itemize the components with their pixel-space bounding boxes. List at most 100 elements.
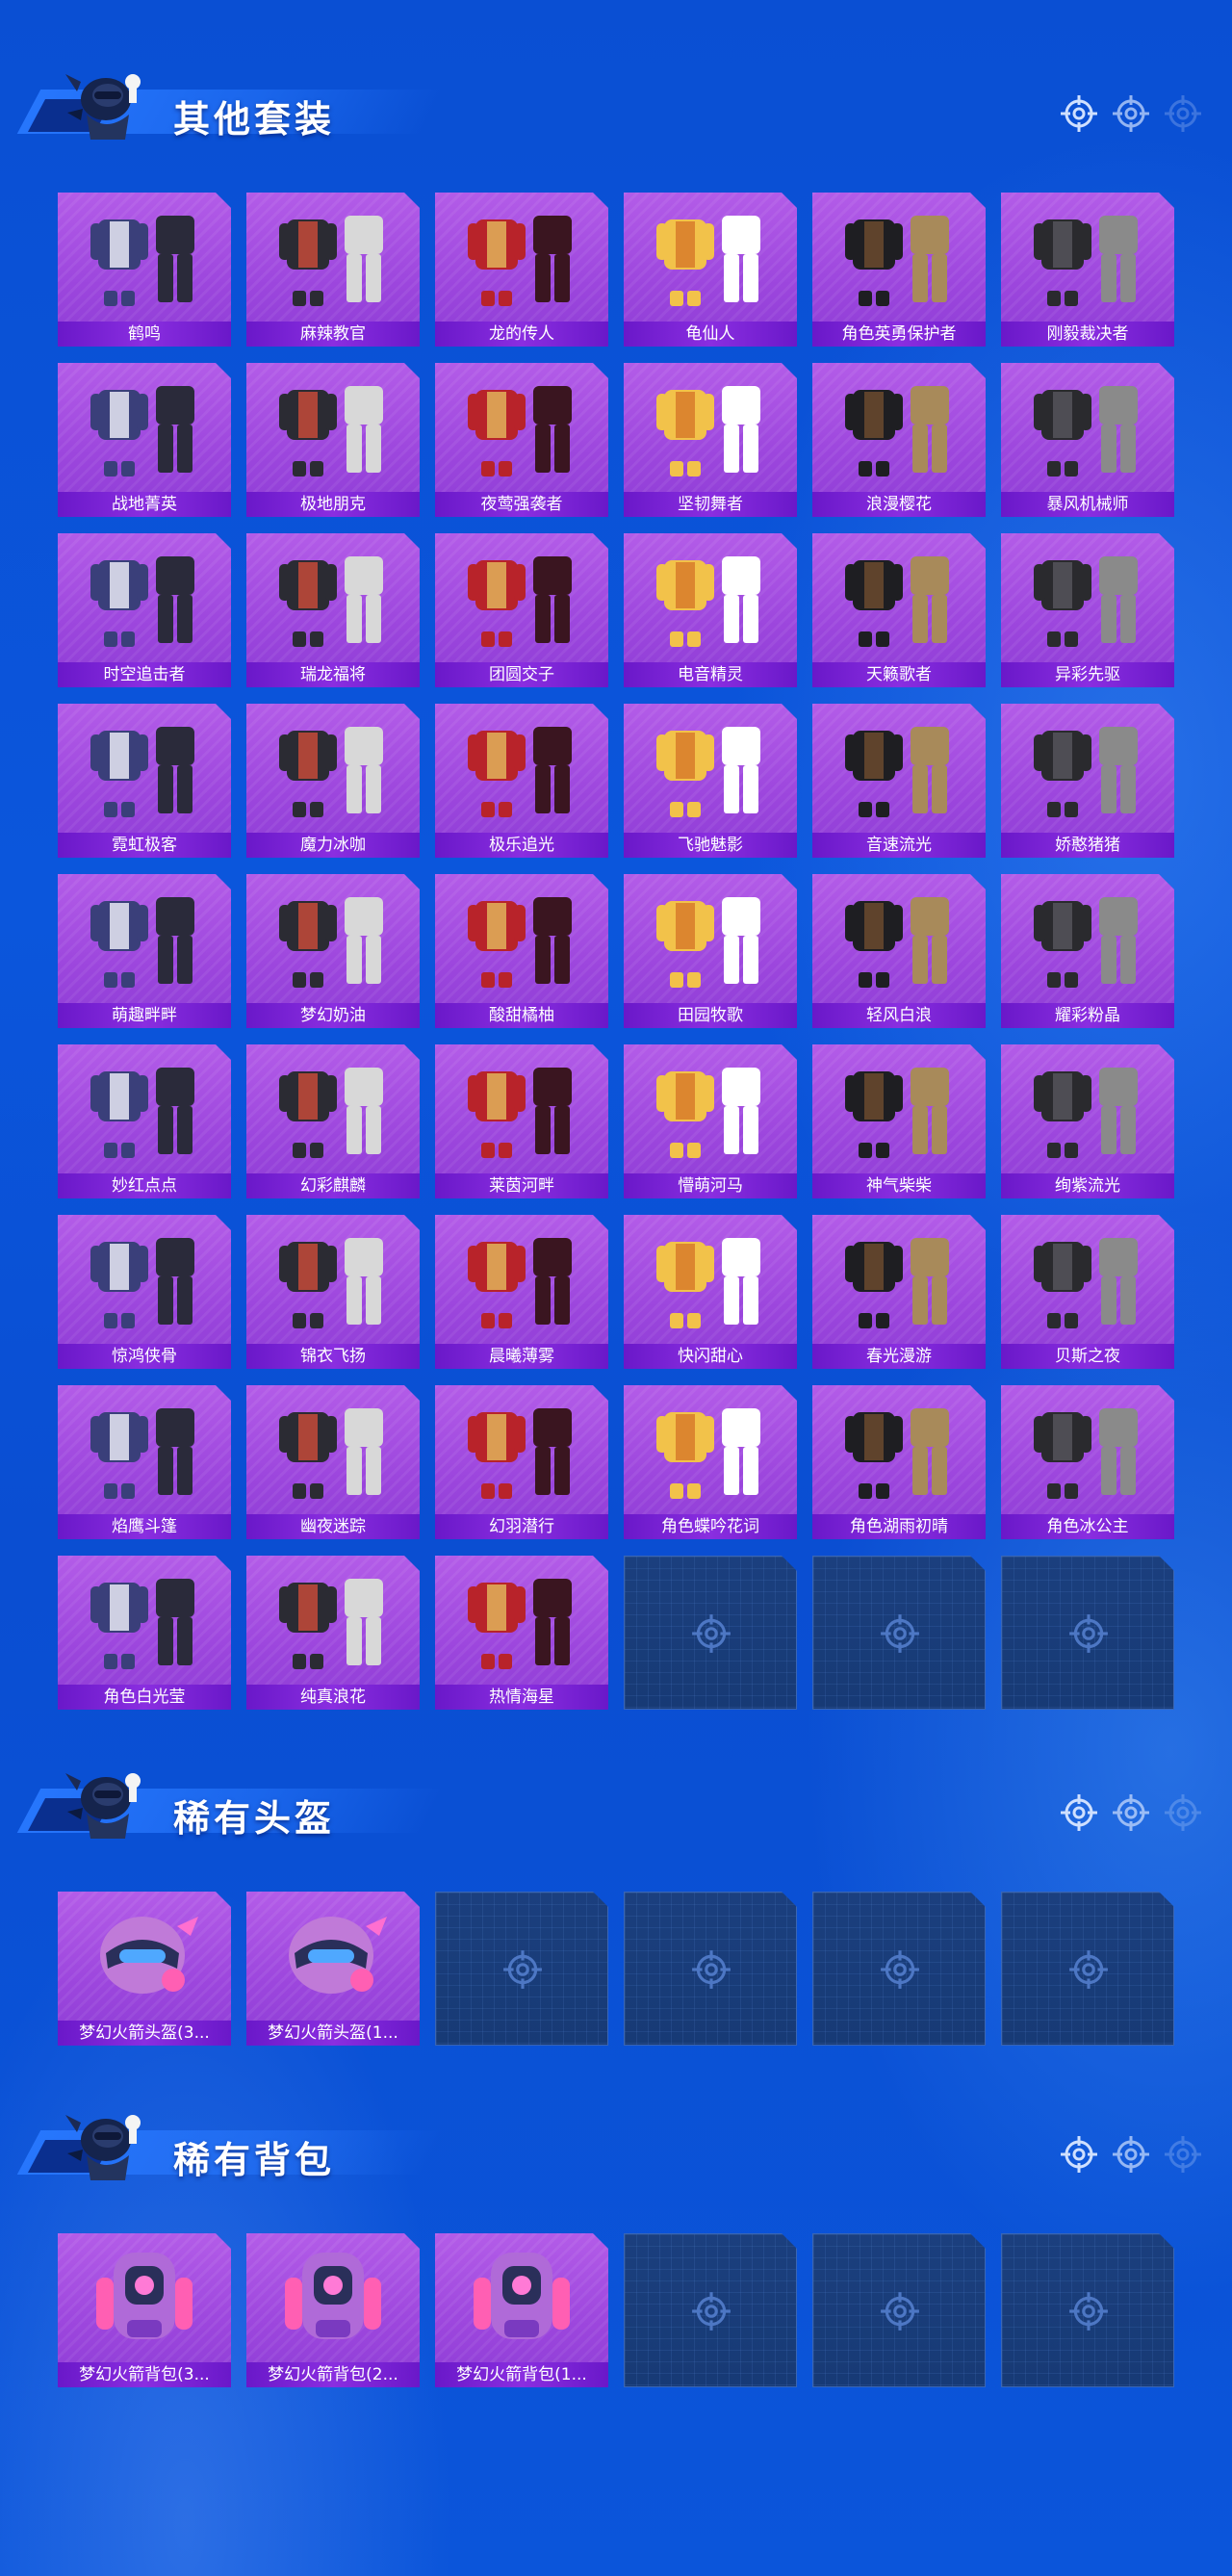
- item-label: 异彩先驱: [1001, 662, 1174, 687]
- item-label: 战地菁英: [58, 492, 231, 517]
- item-image: [266, 880, 400, 995]
- crosshair-icon: [1067, 1948, 1110, 1991]
- item-card[interactable]: 绚紫流光: [1001, 1044, 1174, 1198]
- item-label: 纯真浪花: [246, 1685, 420, 1710]
- item-card[interactable]: 角色英勇保护者: [812, 193, 986, 347]
- item-image: [832, 709, 966, 825]
- item-image: [77, 369, 212, 484]
- mascot-icon: [65, 74, 141, 140]
- item-card[interactable]: 娇憨猪猪: [1001, 704, 1174, 858]
- item-card[interactable]: 电音精灵: [624, 533, 797, 687]
- item-image: [266, 198, 400, 314]
- item-card[interactable]: 锦衣飞扬: [246, 1215, 420, 1369]
- item-image: [77, 198, 212, 314]
- item-card[interactable]: 纯真浪花: [246, 1556, 420, 1710]
- item-card[interactable]: 飞驰魅影: [624, 704, 797, 858]
- item-card[interactable]: 龙的传人: [435, 193, 608, 347]
- crosshair-icon: [1061, 95, 1097, 132]
- item-image: [266, 1897, 400, 2013]
- crosshair-icon: [1067, 1612, 1110, 1655]
- empty-slot: [435, 1892, 608, 2046]
- crosshair-icon: [1165, 1794, 1201, 1831]
- item-grid: 鹤鸣 麻辣教官 龙的传人 龟仙人 角色英勇保护者 刚毅裁决者战地菁英 极地朋克 夜莺强袭者 坚韧…: [58, 193, 1174, 1710]
- item-card[interactable]: 梦幻奶油: [246, 874, 420, 1028]
- section-header: 其他套装: [16, 53, 1203, 149]
- item-card[interactable]: 鹤鸣: [58, 193, 231, 347]
- item-card[interactable]: 幻彩麒麟: [246, 1044, 420, 1198]
- item-card[interactable]: 角色冰公主: [1001, 1385, 1174, 1539]
- item-grid: 梦幻火箭头盔(3... 梦幻火箭头盔(1...: [58, 1892, 1174, 2046]
- item-card[interactable]: 快闪甜心: [624, 1215, 797, 1369]
- item-label: 角色湖雨初晴: [812, 1514, 986, 1539]
- item-card[interactable]: 浪漫樱花: [812, 363, 986, 517]
- item-label: 龟仙人: [624, 322, 797, 347]
- item-card[interactable]: 极乐追光: [435, 704, 608, 858]
- item-label: 热情海星: [435, 1685, 608, 1710]
- item-card[interactable]: 魔力冰咖: [246, 704, 420, 858]
- item-card[interactable]: 瑞龙福将: [246, 533, 420, 687]
- item-card[interactable]: 团圆交子: [435, 533, 608, 687]
- item-label: 极乐追光: [435, 833, 608, 858]
- item-image: [454, 1221, 589, 1336]
- section-rare-helmets: 稀有头盔 梦幻火箭头盔(3... 梦幻火箭头盔(1...: [0, 1713, 1232, 2079]
- item-label: 坚韧舞者: [624, 492, 797, 517]
- item-card[interactable]: 懵萌河马: [624, 1044, 797, 1198]
- item-card[interactable]: 晨曦薄雾: [435, 1215, 608, 1369]
- item-card[interactable]: 幽夜迷踪: [246, 1385, 420, 1539]
- item-card[interactable]: 夜莺强袭者: [435, 363, 608, 517]
- item-card[interactable]: 麻辣教官: [246, 193, 420, 347]
- item-card[interactable]: 幻羽潜行: [435, 1385, 608, 1539]
- item-card[interactable]: 耀彩粉晶: [1001, 874, 1174, 1028]
- item-card[interactable]: 惊鸿侠骨: [58, 1215, 231, 1369]
- section-rare-backpacks: 稀有背包 梦幻火箭背包(3... 梦幻火箭背包(2... 梦幻火箭背包(1...: [0, 2055, 1232, 2460]
- item-card[interactable]: 暴风机械师: [1001, 363, 1174, 517]
- item-card[interactable]: 极地朋克: [246, 363, 420, 517]
- item-card[interactable]: 酸甜橘柚: [435, 874, 608, 1028]
- item-card[interactable]: 音速流光: [812, 704, 986, 858]
- item-card[interactable]: 焰鹰斗篷: [58, 1385, 231, 1539]
- item-card[interactable]: 神气柴柴: [812, 1044, 986, 1198]
- item-image: [77, 1897, 212, 2013]
- crosshair-icon: [1113, 1794, 1149, 1831]
- item-card[interactable]: 异彩先驱: [1001, 533, 1174, 687]
- item-card[interactable]: 角色湖雨初晴: [812, 1385, 986, 1539]
- item-card[interactable]: 轻风白浪: [812, 874, 986, 1028]
- item-label: 快闪甜心: [624, 1344, 797, 1369]
- item-image: [77, 709, 212, 825]
- item-card[interactable]: 田园牧歌: [624, 874, 797, 1028]
- item-image: [643, 198, 778, 314]
- item-image: [454, 709, 589, 825]
- item-card[interactable]: 莱茵河畔: [435, 1044, 608, 1198]
- item-label: 天籁歌者: [812, 662, 986, 687]
- item-card[interactable]: 龟仙人: [624, 193, 797, 347]
- item-image: [266, 369, 400, 484]
- item-card[interactable]: 梦幻火箭背包(2...: [246, 2233, 420, 2387]
- item-card[interactable]: 角色蝶吟花词: [624, 1385, 797, 1539]
- item-image: [454, 539, 589, 655]
- item-label: 电音精灵: [624, 662, 797, 687]
- item-image: [643, 1221, 778, 1336]
- item-card[interactable]: 梦幻火箭头盔(3...: [58, 1892, 231, 2046]
- item-card[interactable]: 梦幻火箭头盔(1...: [246, 1892, 420, 2046]
- item-card[interactable]: 热情海星: [435, 1556, 608, 1710]
- item-card[interactable]: 妙红点点: [58, 1044, 231, 1198]
- item-card[interactable]: 贝斯之夜: [1001, 1215, 1174, 1369]
- item-card[interactable]: 坚韧舞者: [624, 363, 797, 517]
- item-image: [266, 1221, 400, 1336]
- item-card[interactable]: 角色白光莹: [58, 1556, 231, 1710]
- item-card[interactable]: 梦幻火箭背包(1...: [435, 2233, 608, 2387]
- item-image: [77, 1050, 212, 1166]
- item-card[interactable]: 春光漫游: [812, 1215, 986, 1369]
- item-card[interactable]: 时空追击者: [58, 533, 231, 687]
- item-card[interactable]: 霓虹极客: [58, 704, 231, 858]
- item-image: [1020, 198, 1155, 314]
- item-label: 萌趣畔畔: [58, 1003, 231, 1028]
- item-image: [454, 369, 589, 484]
- item-card[interactable]: 萌趣畔畔: [58, 874, 231, 1028]
- item-card[interactable]: 天籁歌者: [812, 533, 986, 687]
- item-card[interactable]: 刚毅裁决者: [1001, 193, 1174, 347]
- item-card[interactable]: 梦幻火箭背包(3...: [58, 2233, 231, 2387]
- item-card[interactable]: 战地菁英: [58, 363, 231, 517]
- item-image: [454, 198, 589, 314]
- item-label: 莱茵河畔: [435, 1173, 608, 1198]
